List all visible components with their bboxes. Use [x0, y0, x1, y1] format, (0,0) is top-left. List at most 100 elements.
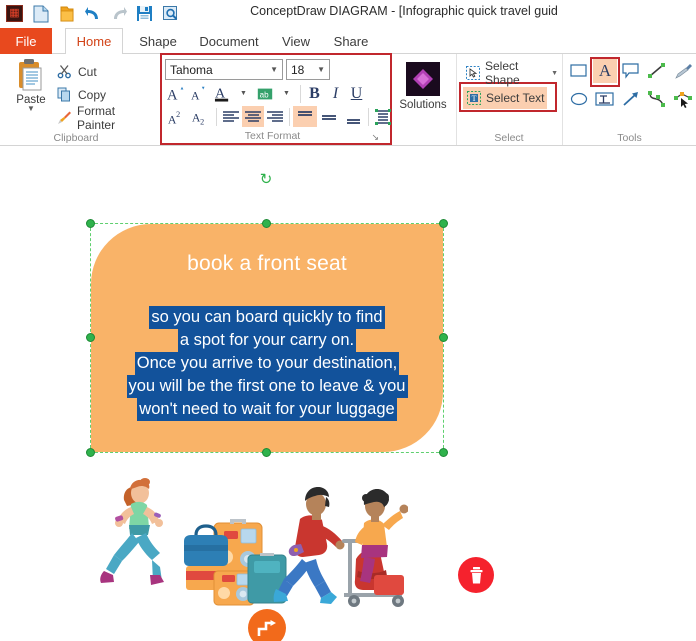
italic-button[interactable]: I [325, 83, 346, 104]
ribbon-group-solutions: Solutions [392, 54, 454, 145]
format-painter-button[interactable]: Format Painter [56, 104, 152, 132]
paragraph-row: A2 A2 [165, 106, 394, 127]
text-format-dialog-launcher[interactable]: ↘ [371, 132, 379, 143]
ribbon-tabstrip: File Home Shape Document View Share [0, 28, 696, 55]
orange-callout-shape[interactable]: book a front seat so you can board quick… [91, 224, 443, 452]
tab-shape[interactable]: Shape [131, 28, 185, 54]
selected-line: a spot for your carry on. [177, 329, 357, 352]
tab-share[interactable]: Share [325, 28, 377, 54]
document-canvas[interactable]: ↻ book a front seat so you can board qui… [0, 147, 696, 641]
divider [368, 107, 369, 126]
shape-title-text: book a front seat [187, 252, 347, 275]
handle-middle-right[interactable] [439, 333, 448, 342]
handle-top-center[interactable] [262, 219, 271, 228]
divider [300, 84, 301, 103]
font-color-button[interactable]: A [212, 83, 233, 104]
rotate-handle[interactable]: ↻ [258, 172, 274, 188]
font-name-combo[interactable]: Tahoma ▼ [165, 59, 283, 80]
window-title: ConceptDraw DIAGRAM - [Infographic quick… [250, 4, 558, 18]
paste-button[interactable]: Paste ▼ [8, 58, 54, 126]
handle-bottom-center[interactable] [262, 448, 271, 457]
edit-points-tool-button[interactable] [671, 87, 695, 111]
ribbon-group-select: Select Shape ▼ T Select Text Select [456, 54, 561, 145]
textbox-tool-button[interactable] [593, 87, 617, 111]
divider [216, 107, 217, 126]
svg-text:ab: ab [260, 90, 269, 99]
tab-home[interactable]: Home [65, 28, 123, 55]
copy-icon [56, 86, 73, 103]
cut-button[interactable]: Cut [56, 62, 97, 81]
svg-text:T: T [471, 94, 476, 103]
delete-shape-button[interactable] [458, 557, 494, 593]
luggage-group [184, 519, 287, 606]
align-center-button[interactable] [242, 106, 264, 127]
highlight-color-button[interactable]: ab [254, 83, 276, 104]
handle-top-left[interactable] [86, 219, 95, 228]
svg-text:2: 2 [200, 117, 204, 126]
select-shape-button[interactable]: Select Shape ▼ [463, 59, 561, 87]
select-text-label: Select Text [486, 91, 545, 105]
highlight-color-dropdown[interactable]: ▼ [276, 83, 297, 104]
copy-button[interactable]: Copy [56, 85, 106, 104]
svg-text:A: A [167, 87, 178, 103]
arrow-tool-button[interactable] [619, 87, 643, 111]
valign-middle-button[interactable] [317, 106, 341, 127]
paste-icon [16, 58, 46, 92]
selected-line: won't need to wait for your luggage [137, 398, 397, 421]
select-shape-icon [466, 66, 480, 81]
callout-tool-button[interactable] [619, 59, 643, 83]
selected-line: so you can board quickly to find [149, 306, 385, 329]
step-action-button[interactable] [248, 609, 286, 641]
tab-file[interactable]: File [0, 28, 52, 54]
valign-bottom-button[interactable] [341, 106, 365, 127]
curve-tool-button[interactable] [645, 87, 669, 111]
pen-tool-button[interactable] [671, 59, 695, 83]
ribbon-home: Paste ▼ Cut Copy Format Painter Clipboar… [0, 53, 696, 146]
font-size-combo[interactable]: 18 ▼ [286, 59, 330, 80]
handle-bottom-left[interactable] [86, 448, 95, 457]
valign-top-button[interactable] [293, 106, 317, 127]
clipboard-group-label: Clipboard [53, 132, 99, 144]
solutions-button[interactable]: Solutions [399, 62, 447, 124]
selected-line: Once you arrive to your destination, [134, 352, 400, 375]
handle-bottom-right[interactable] [439, 448, 448, 457]
line-tool-button[interactable] [645, 59, 669, 83]
paste-dropdown-caret[interactable]: ▼ [27, 105, 35, 113]
chevron-down-icon[interactable]: ▼ [551, 70, 558, 77]
shrink-font-button[interactable]: A [189, 83, 212, 104]
text-tool-button[interactable]: A [593, 59, 617, 83]
selected-line: you will be the first one to leave & you [126, 375, 408, 398]
solutions-icon [406, 62, 440, 96]
handle-middle-left[interactable] [86, 333, 95, 342]
ellipse-tool-button[interactable] [567, 87, 591, 111]
font-controls-row: Tahoma ▼ 18 ▼ [165, 59, 330, 80]
tab-document[interactable]: Document [190, 28, 268, 54]
select-text-icon: T [466, 91, 481, 106]
grow-font-button[interactable]: A [165, 83, 189, 104]
scissors-icon [56, 63, 73, 80]
svg-text:A: A [191, 89, 200, 102]
ribbon-group-clipboard: Paste ▼ Cut Copy Format Painter Clipboar… [0, 54, 152, 145]
copy-label: Copy [78, 87, 107, 102]
svg-text:2: 2 [176, 110, 180, 119]
superscript-button[interactable]: A2 [165, 106, 189, 127]
handle-top-right[interactable] [439, 219, 448, 228]
ribbon-group-tools: A Tools [562, 54, 696, 145]
travel-people-luggage-illustration [88, 467, 409, 607]
align-right-button[interactable] [264, 106, 286, 127]
font-color-dropdown[interactable]: ▼ [233, 83, 254, 104]
subscript-button[interactable]: A2 [189, 106, 213, 127]
solutions-label: Solutions [399, 99, 447, 111]
bold-button[interactable]: B [304, 83, 325, 104]
align-left-button[interactable] [220, 106, 242, 127]
rectangle-tool-button[interactable] [567, 59, 591, 83]
underline-button[interactable]: U [346, 83, 367, 104]
ribbon-group-text-format: Tahoma ▼ 18 ▼ A A A ▼ ab ▼ B I U A 2 A 2… [160, 53, 392, 145]
divider [289, 107, 290, 126]
tab-view[interactable]: View [273, 28, 319, 54]
select-shape-label: Select Shape [485, 59, 520, 87]
running-woman [100, 478, 164, 585]
chevron-down-icon: ▼ [270, 65, 278, 74]
text-block-button[interactable] [372, 106, 394, 127]
select-text-button[interactable]: T Select Text [463, 87, 548, 109]
